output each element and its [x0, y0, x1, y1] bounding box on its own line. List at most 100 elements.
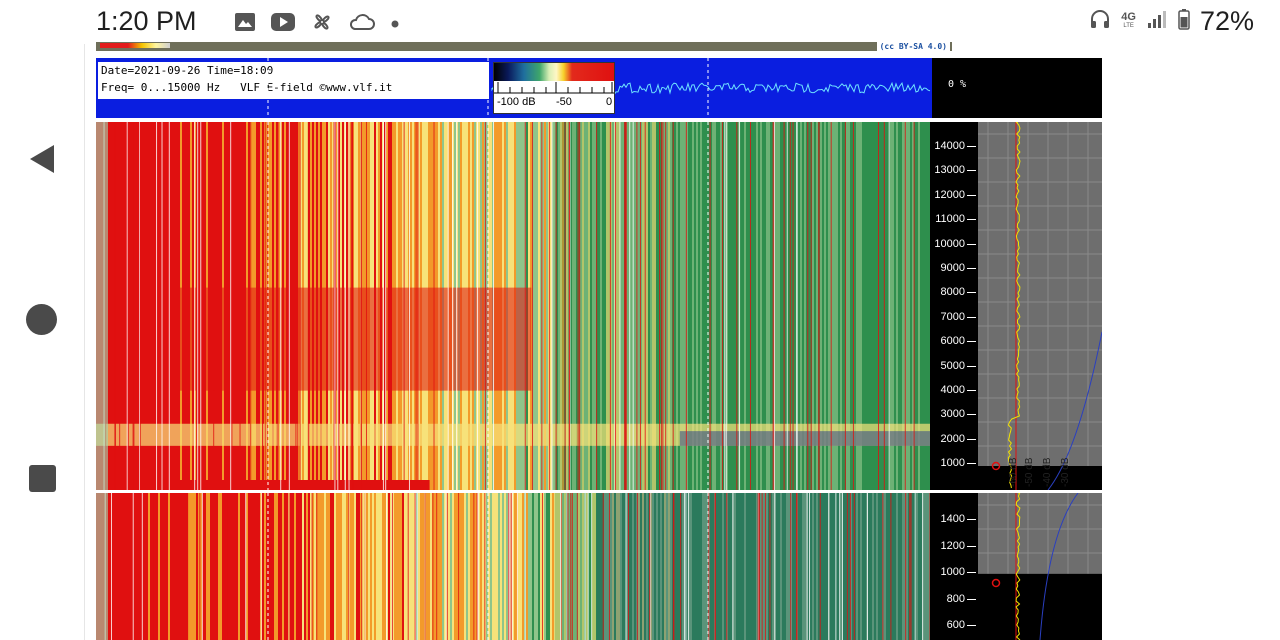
spectrogram-column — [470, 493, 472, 640]
frequency-tick-mark — [967, 625, 976, 626]
spectrogram-column — [308, 493, 310, 640]
spectrogram-column — [256, 493, 258, 640]
frequency-tick-label: 4000 — [940, 384, 965, 396]
spectrogram-column — [410, 493, 412, 640]
spectrogram-column — [452, 493, 454, 640]
frequency-tick-label: 3000 — [940, 408, 965, 421]
spectrogram-column — [340, 493, 342, 640]
spectrogram-lower — [96, 493, 930, 640]
notification-icons — [234, 10, 400, 39]
db-label-60: -60 dB — [1008, 457, 1019, 487]
spectrogram-column — [210, 493, 212, 640]
spectrogram-column — [280, 493, 282, 640]
frequency-tick-label: 9000 — [940, 262, 965, 274]
spectrogram-column — [522, 493, 524, 640]
spectrogram-column — [434, 493, 436, 640]
spectrogram-column — [540, 493, 542, 640]
spectrogram-column — [118, 493, 120, 640]
spectrogram-column — [296, 493, 298, 640]
level-plot-upper — [978, 122, 1102, 490]
home-icon[interactable] — [26, 304, 57, 335]
spectrogram-column — [466, 493, 468, 640]
spectrogram-column — [194, 493, 196, 640]
spectrogram-column — [190, 493, 192, 640]
spectrogram-column — [326, 493, 328, 640]
color-strip — [100, 43, 170, 48]
spectrogram-column — [548, 493, 550, 640]
spectrogram-column — [112, 493, 114, 640]
header-panel: Date=2021-09-26 Time=18:00 Freq= 0...150… — [96, 58, 932, 118]
spectrogram-column — [492, 493, 494, 640]
spectrogram-column — [490, 493, 492, 640]
spectrogram-column — [388, 493, 390, 640]
spectrogram-column — [366, 493, 368, 640]
headphones-icon — [1089, 6, 1111, 37]
spectrogram-column — [182, 493, 184, 640]
spectrogram-column — [302, 493, 304, 640]
spectrogram-column — [278, 493, 280, 640]
spectrogram-column — [184, 493, 186, 640]
scale-label-min: -100 dB — [497, 96, 536, 108]
spectrogram-column — [130, 493, 132, 640]
license-label: (cc BY-SA 4.0) — [876, 42, 950, 51]
spectrogram-column — [240, 493, 242, 640]
spectrogram-lower-image — [96, 493, 930, 640]
spectrogram-column — [426, 493, 428, 640]
spectrogram-column — [402, 493, 404, 640]
spectrogram-column — [138, 493, 140, 640]
spectrogram-column — [520, 493, 522, 640]
system-status: 4G LTE 72% — [1089, 6, 1254, 37]
spectrogram-column — [422, 493, 424, 640]
spectrogram-column — [412, 493, 414, 640]
frequency-tick-mark — [967, 438, 976, 440]
youtube-icon — [270, 12, 296, 37]
spectrogram-column — [460, 493, 462, 640]
page-margin — [1102, 44, 1280, 640]
spectrogram-column — [514, 493, 516, 640]
frequency-tick-label: 10000 — [934, 237, 965, 250]
spectrogram-column — [418, 493, 420, 640]
frequency-tick-mark — [967, 463, 976, 465]
spectrogram-column — [494, 493, 496, 640]
frequency-axis-upper: 14000 13000 12000 11000 10000 9000 8000 7000 600… — [930, 122, 978, 490]
spectrogram-cold-band — [679, 431, 930, 446]
spectrogram-column — [318, 493, 320, 640]
spectrogram-column — [502, 493, 504, 640]
spectrogram-band — [156, 287, 532, 391]
level-noise-floor — [978, 573, 1102, 640]
frequency-tick-mark — [967, 316, 976, 318]
spectrogram-column — [220, 493, 222, 640]
frequency-tick-label: 14000 — [934, 140, 965, 152]
spectrogram-column — [328, 493, 330, 640]
network-type: 4G LTE — [1121, 10, 1136, 29]
frequency-tick-label: 1000 — [940, 566, 965, 578]
back-icon[interactable] — [28, 143, 56, 175]
image-icon — [234, 12, 256, 37]
spectrogram-column — [506, 493, 508, 640]
spectrogram-column — [162, 493, 164, 640]
spectrogram-column — [448, 493, 450, 640]
spectrogram-column — [544, 493, 546, 640]
spectrogram-column — [438, 493, 440, 640]
spectrogram-column — [206, 493, 208, 640]
spectrogram-column — [532, 493, 534, 640]
spectrogram-column — [504, 493, 506, 640]
spectrogram-column — [338, 493, 340, 640]
frequency-tick-mark — [967, 598, 976, 600]
spectrogram-left-edge — [96, 493, 108, 640]
spectrogram-column — [314, 493, 316, 640]
battery-icon — [1178, 6, 1190, 37]
spectrogram-column — [248, 493, 250, 640]
spectrogram-column — [496, 493, 498, 640]
frequency-tick-mark — [967, 243, 976, 245]
spectrogram-column — [300, 493, 302, 640]
level-panel-upper: -60 dB -50 dB -40 dB -30 dB — [978, 122, 1102, 490]
recents-icon[interactable] — [29, 465, 56, 492]
spectrogram-column — [236, 493, 238, 640]
spectrogram-column — [166, 493, 168, 640]
spectrogram-column — [428, 493, 430, 640]
spectrogram-column — [192, 493, 194, 640]
spectrogram-column — [330, 493, 332, 640]
frequency-axis-lower: 1400 1200 1000 800 600 — [930, 493, 978, 640]
spectrogram-cold-region — [596, 493, 930, 640]
